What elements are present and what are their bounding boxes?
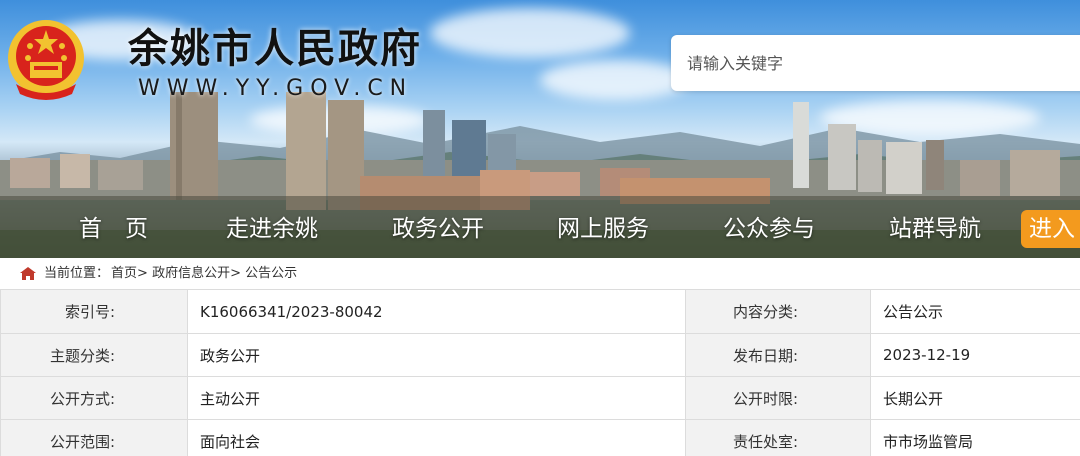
publish-date-value: 2023-12-19 bbox=[870, 333, 1080, 377]
disclosure-scope-value: 面向社会 bbox=[187, 419, 686, 456]
index-number-value: K16066341/2023-80042 bbox=[187, 289, 686, 334]
table-row: 公开方式: 主动公开 公开时限: 长期公开 bbox=[0, 376, 1080, 420]
site-domain: WWW.YY.GOV.CN bbox=[138, 76, 414, 101]
disclosure-method-label: 公开方式: bbox=[0, 376, 188, 420]
breadcrumb: 当前位置： 首页> 政府信息公开> 公告公示 bbox=[0, 258, 1080, 289]
home-icon bbox=[20, 267, 36, 280]
publish-date-label: 发布日期: bbox=[685, 333, 871, 377]
topic-category-label: 主题分类: bbox=[0, 333, 188, 377]
disclosure-scope-label: 公开范围: bbox=[0, 419, 188, 456]
national-emblem-icon bbox=[8, 20, 84, 100]
topic-category-value: 政务公开 bbox=[187, 333, 686, 377]
responsible-office-value: 市市场监管局 bbox=[870, 419, 1080, 456]
header-banner: 余姚市人民政府 WWW.YY.GOV.CN 首 页 走进余姚 政务公开 网上服务… bbox=[0, 0, 1080, 258]
breadcrumb-separator: > bbox=[137, 266, 148, 281]
main-nav: 首 页 走进余姚 政务公开 网上服务 公众参与 站群导航 进入 bbox=[0, 200, 1080, 258]
document-info-table: 索引号: K16066341/2023-80042 内容分类: 公告公示 主题分… bbox=[0, 289, 1080, 456]
nav-item-gov-info[interactable]: 政务公开 bbox=[392, 212, 484, 246]
table-row: 主题分类: 政务公开 发布日期: 2023-12-19 bbox=[0, 333, 1080, 377]
nav-item-public[interactable]: 公众参与 bbox=[723, 212, 815, 246]
nav-item-services[interactable]: 网上服务 bbox=[557, 212, 649, 246]
breadcrumb-trail: 首页> 政府信息公开> 公告公示 bbox=[111, 258, 297, 289]
breadcrumb-home[interactable]: 首页 bbox=[111, 266, 137, 281]
search-input[interactable] bbox=[687, 49, 1067, 77]
table-row: 索引号: K16066341/2023-80042 内容分类: 公告公示 bbox=[0, 289, 1080, 334]
search-box bbox=[671, 35, 1080, 91]
breadcrumb-label: 当前位置： bbox=[44, 266, 110, 281]
responsible-office-label: 责任处室: bbox=[685, 419, 871, 456]
site-title: 余姚市人民政府 bbox=[128, 25, 422, 72]
disclosure-period-value: 长期公开 bbox=[870, 376, 1080, 420]
content-category-value: 公告公示 bbox=[870, 289, 1080, 334]
nav-item-about[interactable]: 走进余姚 bbox=[226, 212, 318, 246]
table-row: 公开范围: 面向社会 责任处室: 市市场监管局 bbox=[0, 419, 1080, 456]
disclosure-period-label: 公开时限: bbox=[685, 376, 871, 420]
index-number-label: 索引号: bbox=[0, 289, 188, 334]
nav-item-site-group[interactable]: 站群导航 bbox=[889, 212, 981, 246]
nav-item-home[interactable]: 首 页 bbox=[79, 212, 148, 246]
breadcrumb-separator: > bbox=[230, 266, 241, 281]
breadcrumb-gov-info[interactable]: 政府信息公开 bbox=[152, 266, 230, 281]
breadcrumb-notices[interactable]: 公告公示 bbox=[245, 266, 297, 281]
enter-button[interactable]: 进入 bbox=[1021, 210, 1080, 248]
disclosure-method-value: 主动公开 bbox=[187, 376, 686, 420]
content-category-label: 内容分类: bbox=[685, 289, 871, 334]
